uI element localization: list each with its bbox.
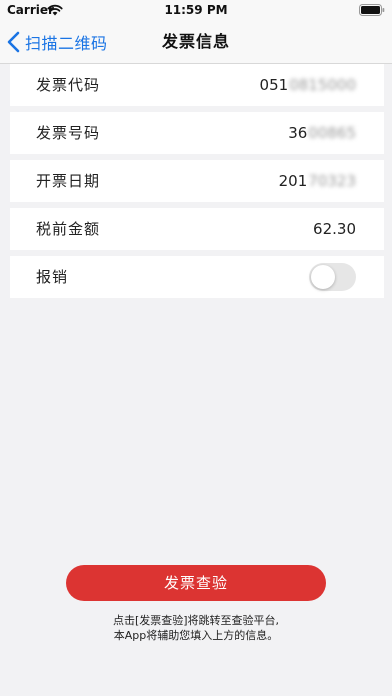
pretax-amount-row: 税前金额 62.30 — [10, 208, 384, 250]
invoice-code-row: 发票代码 051 0815000 — [10, 64, 384, 106]
hint-text-line-2: 本App将辅助您填入上方的信息。 — [113, 629, 279, 642]
reimbursement-toggle[interactable] — [309, 263, 356, 291]
invoice-number-obscured: 00865 — [308, 124, 356, 142]
toggle-knob — [311, 265, 335, 289]
pretax-amount-value: 62.30 — [313, 220, 356, 238]
invoice-number-value: 36 00865 — [288, 112, 356, 154]
invoice-number-label: 发票号码 — [36, 124, 101, 142]
page-title: 发票信息 — [161, 32, 230, 51]
issue-date-visible: 201 — [278, 172, 308, 190]
issue-date-obscured: 70323 — [308, 172, 356, 190]
reimbursement-label: 报销 — [36, 268, 69, 286]
reimbursement-row: 报销 — [10, 256, 384, 298]
pretax-amount-label: 税前金额 — [36, 220, 101, 238]
invoice-code-obscured: 0815000 — [289, 76, 356, 94]
invoice-code-label: 发票代码 — [36, 76, 101, 94]
issue-date-value: 201 70323 — [279, 160, 356, 202]
status-bar: Carrier 11:59 PM — [0, 0, 392, 20]
invoice-code-value: 051 0815000 — [260, 64, 356, 106]
invoice-number-visible: 36 — [288, 124, 308, 142]
issue-date-row: 开票日期 201 70323 — [10, 160, 384, 202]
invoice-code-visible: 051 — [259, 76, 289, 94]
clock: 11:59 PM — [164, 3, 228, 17]
verify-invoice-button[interactable]: 发票查验 — [66, 565, 326, 601]
invoice-number-row: 发票号码 36 00865 — [10, 112, 384, 154]
hint-text-line-1: 点击[发票查验]将跳转至查验平台, — [112, 614, 280, 627]
navigation-bar: 扫描二维码 发票信息 — [0, 20, 392, 64]
battery-icon — [359, 4, 385, 16]
invoice-info-list: 发票代码 051 0815000 发票号码 36 00865 开票日期 201 703… — [10, 64, 384, 304]
issue-date-label: 开票日期 — [36, 172, 101, 190]
